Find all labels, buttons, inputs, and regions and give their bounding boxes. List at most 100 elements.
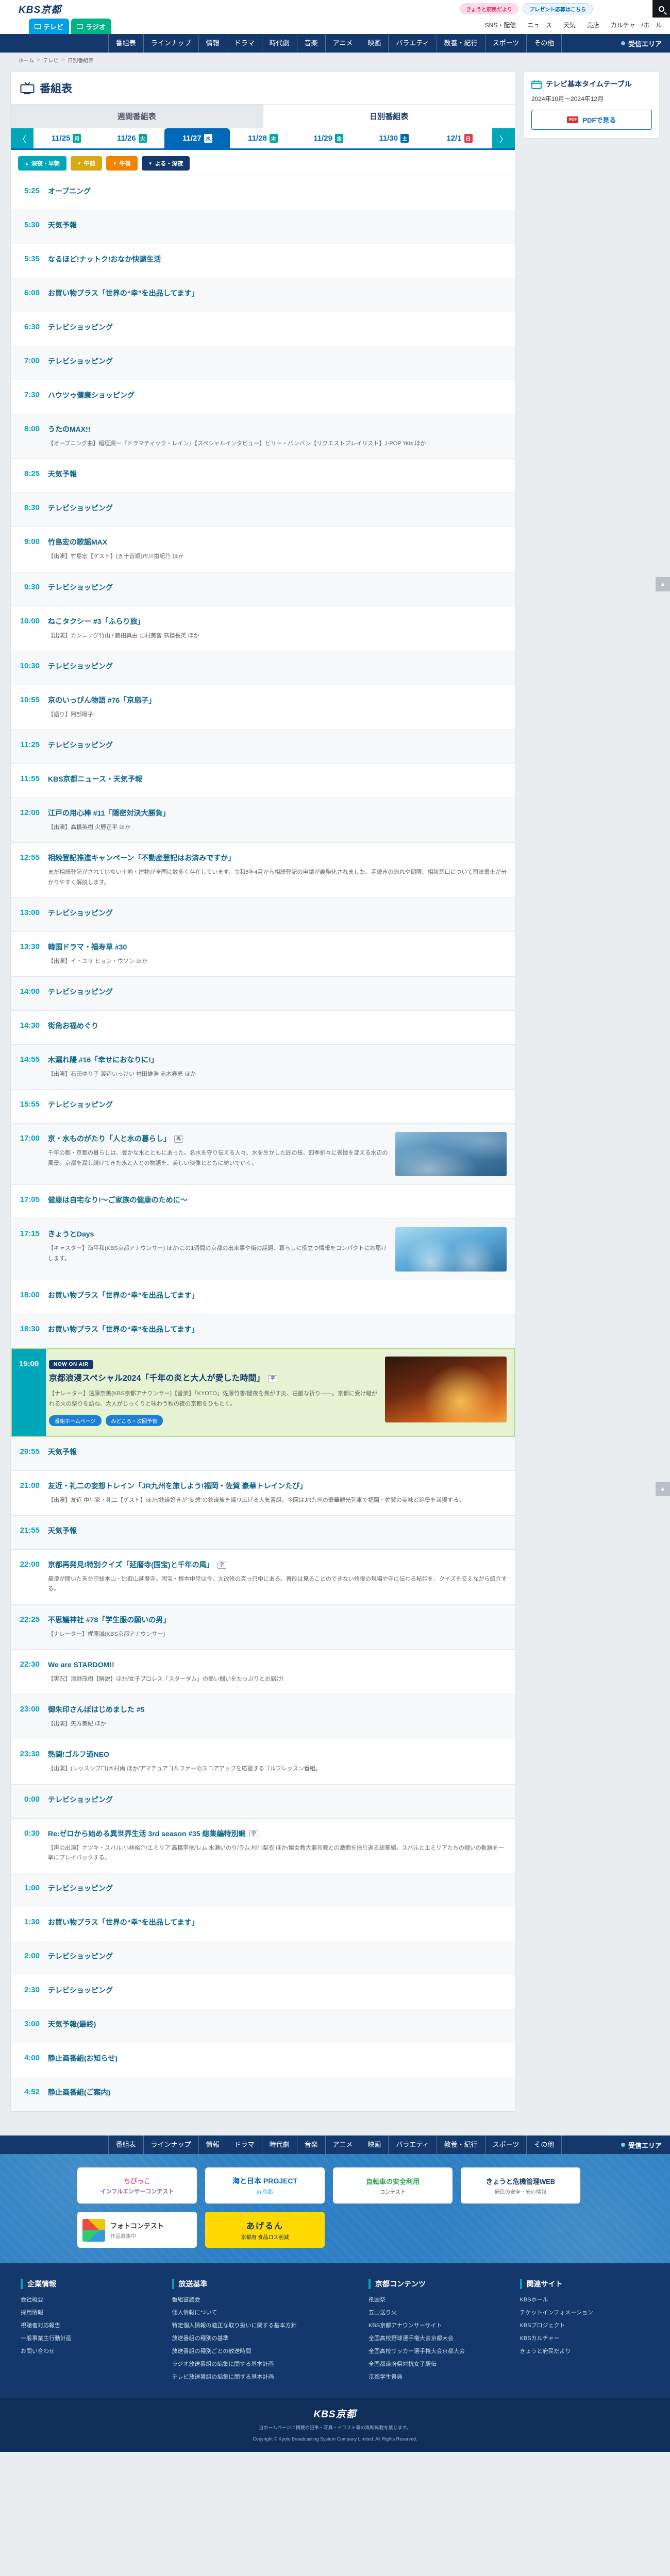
- program-title[interactable]: 友近・礼二の妄想トレイン「JR九州を旅しよう!福岡・佐賀 豪華トレインたび」: [48, 1481, 508, 1492]
- prev-day-button[interactable]: 〈: [11, 128, 34, 148]
- program-title[interactable]: 相続登記推進キャンペーン「不動産登記はお済みですか」: [48, 853, 508, 863]
- nav-item[interactable]: 時代劇: [261, 2136, 297, 2154]
- footer-link[interactable]: 祇園祭: [368, 2296, 498, 2304]
- footer-link[interactable]: 全国高校野球選手権大会京都大会: [368, 2334, 498, 2343]
- program-row[interactable]: 5:30 天気予報: [11, 210, 515, 244]
- nav-item[interactable]: その他: [526, 2136, 562, 2154]
- nav-item[interactable]: その他: [526, 34, 562, 53]
- program-row[interactable]: 15:55 テレビショッピング: [11, 1090, 515, 1124]
- program-title[interactable]: お買い物プラス「世界の“幸”を出品してます」: [48, 1324, 508, 1335]
- footer-link[interactable]: KBSカルチャー: [520, 2334, 650, 2343]
- program-title[interactable]: ねこタクシー #3「ふらり旅」: [48, 616, 508, 627]
- program-row[interactable]: 6:00 お買い物プラス「世界の“幸”を出品してます」: [11, 278, 515, 312]
- program-row[interactable]: 7:00 テレビショッピング: [11, 346, 515, 380]
- program-title[interactable]: きょうとDays: [48, 1229, 388, 1240]
- program-row[interactable]: 17:05 健康は自宅なり!〜ご家族の健康のために〜: [11, 1185, 515, 1219]
- program-title[interactable]: 天気予報: [48, 469, 508, 480]
- footer-link[interactable]: KBS京都アナウンサーサイト: [368, 2321, 498, 2330]
- promo-banner[interactable]: あげるん 京都府 食品ロス削減: [205, 2212, 325, 2248]
- program-title[interactable]: 江戸の用心棒 #11「隠密対決大勝負」: [48, 808, 508, 819]
- promo-banner[interactable]: きょうと危機管理WEB 府民の安全・安心情報: [461, 2167, 580, 2204]
- footer-link[interactable]: 放送番組の種別の基準: [172, 2334, 347, 2343]
- program-title[interactable]: 不思議神社 #78「学生服の願いの男」: [48, 1615, 508, 1625]
- jump-button[interactable]: ▼ よる・深夜: [141, 156, 190, 171]
- program-row[interactable]: 10:55 京のいっぴん物語 #76「京扇子」 【語り】阿部陽子: [11, 685, 515, 730]
- footer-link[interactable]: 全国都道府県対抗女子駅伝: [368, 2360, 498, 2369]
- footer-link[interactable]: チケットインフォメーション: [520, 2309, 650, 2317]
- tab-daily-schedule[interactable]: 日別番組表: [263, 105, 515, 128]
- footer-link[interactable]: 一般事業主行動計画: [21, 2334, 150, 2343]
- program-title[interactable]: 健康は自宅なり!〜ご家族の健康のために〜: [48, 1195, 508, 1206]
- program-row[interactable]: 0:30 Re:ゼロから始める異世界生活 3rd season #35 総集編特別…: [11, 1819, 515, 1873]
- jump-button[interactable]: ▼ 午前: [70, 156, 102, 171]
- program-row[interactable]: 21:00 友近・礼二の妄想トレイン「JR九州を旅しよう!福岡・佐賀 豪華トレイン…: [11, 1471, 515, 1516]
- promo-banner[interactable]: フォトコンテスト 作品募集中: [77, 2212, 197, 2248]
- jump-button[interactable]: ▼ 午後: [106, 156, 138, 171]
- program-title[interactable]: お買い物プラス「世界の“幸”を出品してます」: [48, 288, 508, 299]
- program-title[interactable]: 熱闘!ゴルフ道NEO: [48, 1749, 508, 1760]
- program-title[interactable]: テレビショッピング: [48, 908, 508, 919]
- nav-item[interactable]: ドラマ: [226, 34, 262, 53]
- program-title[interactable]: 天気予報: [48, 1526, 508, 1536]
- program-row[interactable]: 17:00 京・水ものがたり「人と水の暮らし」再千年の都・京都の暮らしは、豊かな水…: [11, 1124, 515, 1185]
- nav-item[interactable]: 教養・紀行: [436, 34, 485, 53]
- nav-item[interactable]: 時代劇: [261, 34, 297, 53]
- program-row[interactable]: 12:55 相続登記推進キャンペーン「不動産登記はお済みですか」 まだ相続登記がされ…: [11, 843, 515, 898]
- program-title[interactable]: 街角お福めぐり: [48, 1021, 508, 1031]
- program-title[interactable]: テレビショッピング: [48, 1985, 508, 1996]
- program-title[interactable]: Re:ゼロから始める異世界生活 3rd season #35 総集編特別編字: [48, 1828, 508, 1839]
- program-row[interactable]: 13:00 テレビショッピング: [11, 897, 515, 932]
- date-tab[interactable]: 11/30 土: [361, 128, 427, 148]
- header-link[interactable]: 売店: [587, 21, 599, 29]
- program-row[interactable]: 22:30 We are STARDOM!! 【実況】清野茂樹【解説】ほか/女子プロ…: [11, 1650, 515, 1694]
- program-title[interactable]: うたのMAX!!: [48, 424, 508, 435]
- nav-item[interactable]: バラエティ: [388, 2136, 436, 2154]
- nav-item[interactable]: バラエティ: [388, 34, 436, 53]
- nav-item[interactable]: 音楽: [296, 34, 325, 53]
- program-title[interactable]: テレビショッピング: [48, 1794, 508, 1805]
- program-row[interactable]: 12:00 江戸の用心棒 #11「隠密対決大勝負」 【出演】高橋英樹 火野正平 ほか: [11, 798, 515, 843]
- program-row[interactable]: 4:52 静止画番組(ご案内): [11, 2077, 515, 2111]
- date-tab[interactable]: 12/1 日: [427, 128, 492, 148]
- program-tag-link[interactable]: みどころ・次回予告: [105, 1415, 163, 1426]
- nav-item[interactable]: 情報: [198, 34, 227, 53]
- page-top-button[interactable]: ▲: [656, 577, 670, 591]
- program-title[interactable]: 天気予報: [48, 220, 508, 231]
- breadcrumb-item[interactable]: ホーム: [19, 56, 34, 64]
- footer-link[interactable]: 採用情報: [21, 2309, 150, 2317]
- program-row[interactable]: 11:55 KBS京都ニュース・天気予報: [11, 764, 515, 798]
- program-row[interactable]: 13:30 韓国ドラマ・福寿草 #30 【出演】イ・ユリ ヒョン・ウソン ほか: [11, 932, 515, 977]
- footer-link[interactable]: 番組審議会: [172, 2296, 347, 2304]
- nav-item[interactable]: 番組表: [108, 2136, 143, 2154]
- header-link[interactable]: SNS・配信: [485, 21, 516, 29]
- program-row[interactable]: 10:00 ねこタクシー #3「ふらり旅」 【出演】カンニング竹山 / 鶴田真由 山…: [11, 606, 515, 651]
- program-title[interactable]: 京都再発見!特別クイズ「延暦寺(国宝)と千年の風」字: [48, 1560, 508, 1570]
- nav-item[interactable]: スポーツ: [484, 34, 527, 53]
- program-row[interactable]: 17:15 きょうとDays 【キャスター】海平和(KBS京都アナウンサー) ほか/…: [11, 1219, 515, 1281]
- header-link[interactable]: ニュース: [527, 21, 551, 29]
- program-row[interactable]: 5:35 なるほど!ナットク!おなか快調生活: [11, 244, 515, 278]
- program-title[interactable]: テレビショッピング: [48, 1951, 508, 1962]
- tab-radio[interactable]: ラジオ: [71, 19, 111, 34]
- program-title[interactable]: テレビショッピング: [48, 661, 508, 672]
- program-title[interactable]: 御朱印さんぽはじめました #5: [48, 1704, 508, 1715]
- program-title[interactable]: お買い物プラス「世界の“幸”を出品してます」: [48, 1290, 508, 1301]
- next-day-button[interactable]: 〉: [492, 128, 515, 148]
- program-row[interactable]: 22:00 京都再発見!特別クイズ「延暦寺(国宝)と千年の風」字最澄が開いた天台宗…: [11, 1550, 515, 1605]
- program-row[interactable]: 3:00 天気予報(最終): [11, 2009, 515, 2043]
- nav-item[interactable]: 映画: [360, 2136, 388, 2154]
- footer-link[interactable]: 特定個人情報の適正な取り扱いに関する基本方針: [172, 2321, 347, 2330]
- program-row[interactable]: 1:30 お買い物プラス「世界の“幸”を出品してます」: [11, 1907, 515, 1941]
- footer-logo[interactable]: KBS京都: [313, 2406, 356, 2420]
- program-row[interactable]: 6:30 テレビショッピング: [11, 312, 515, 346]
- date-tab[interactable]: 11/28 木: [230, 128, 295, 148]
- nav-item[interactable]: 教養・紀行: [436, 2136, 485, 2154]
- breadcrumb-item[interactable]: テレビ: [43, 56, 59, 64]
- program-row[interactable]: 20:55 天気予報: [11, 1436, 515, 1471]
- program-row[interactable]: 11:25 テレビショッピング: [11, 730, 515, 764]
- footer-link[interactable]: KBSプロジェクト: [520, 2321, 650, 2330]
- program-row[interactable]: 4:00 静止画番組(お知らせ): [11, 2043, 515, 2077]
- program-title[interactable]: テレビショッピング: [48, 356, 508, 367]
- header-link[interactable]: カルチャー/ホール: [611, 21, 662, 29]
- nav-item[interactable]: ラインナップ: [143, 2136, 198, 2154]
